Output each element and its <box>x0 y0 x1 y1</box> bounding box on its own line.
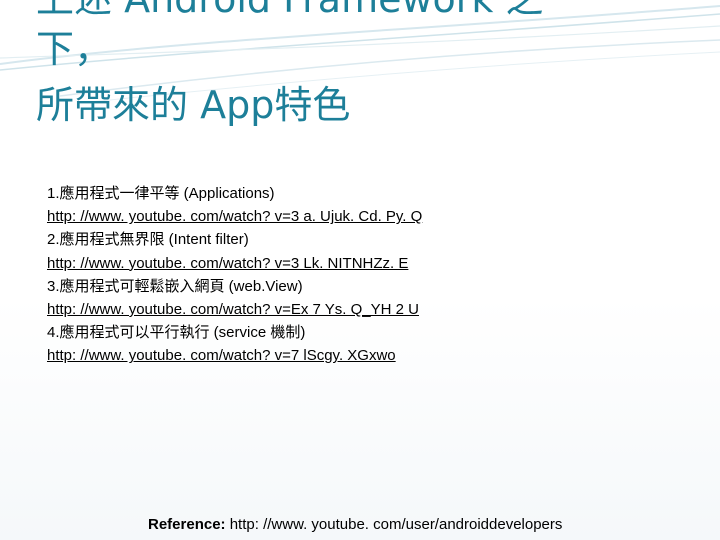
feature-item-4: 4.應用程式可以平行執行 (service 機制) <box>47 324 306 342</box>
title-line-1: 上述 Android Framework 之 <box>36 0 716 24</box>
feature-list: 1.應用程式一律平等 (Applications) http: //www. y… <box>47 182 707 368</box>
title-line-3: 所帶來的 App特色 <box>36 83 351 127</box>
feature-item-1: 1.應用程式一律平等 (Applications) <box>47 185 275 202</box>
feature-link-3[interactable]: http: //www. youtube. com/watch? v=Ex 7 … <box>47 298 707 321</box>
reference-url: http: //www. youtube. com/user/androidde… <box>229 516 563 533</box>
feature-item-3: 3.應用程式可輕鬆嵌入網頁 (web.View) <box>47 277 303 295</box>
feature-link-2[interactable]: http: //www. youtube. com/watch? v=3 Lk.… <box>47 252 707 275</box>
feature-item-2: 2.應用程式無界限 (Intent filter) <box>47 231 249 249</box>
feature-link-4[interactable]: http: //www. youtube. com/watch? v=7 lSc… <box>47 344 707 367</box>
slide-title: 上述 Android Framework 之 下， 所帶來的 App特色 <box>36 0 716 130</box>
reference-label: Reference: <box>148 516 226 533</box>
title-line-2: 下， <box>36 27 113 71</box>
slide: 上述 Android Framework 之 下， 所帶來的 App特色 1.應… <box>0 0 720 540</box>
feature-link-1[interactable]: http: //www. youtube. com/watch? v=3 a. … <box>47 205 707 228</box>
reference-line: Reference: http: //www. youtube. com/use… <box>148 515 562 535</box>
